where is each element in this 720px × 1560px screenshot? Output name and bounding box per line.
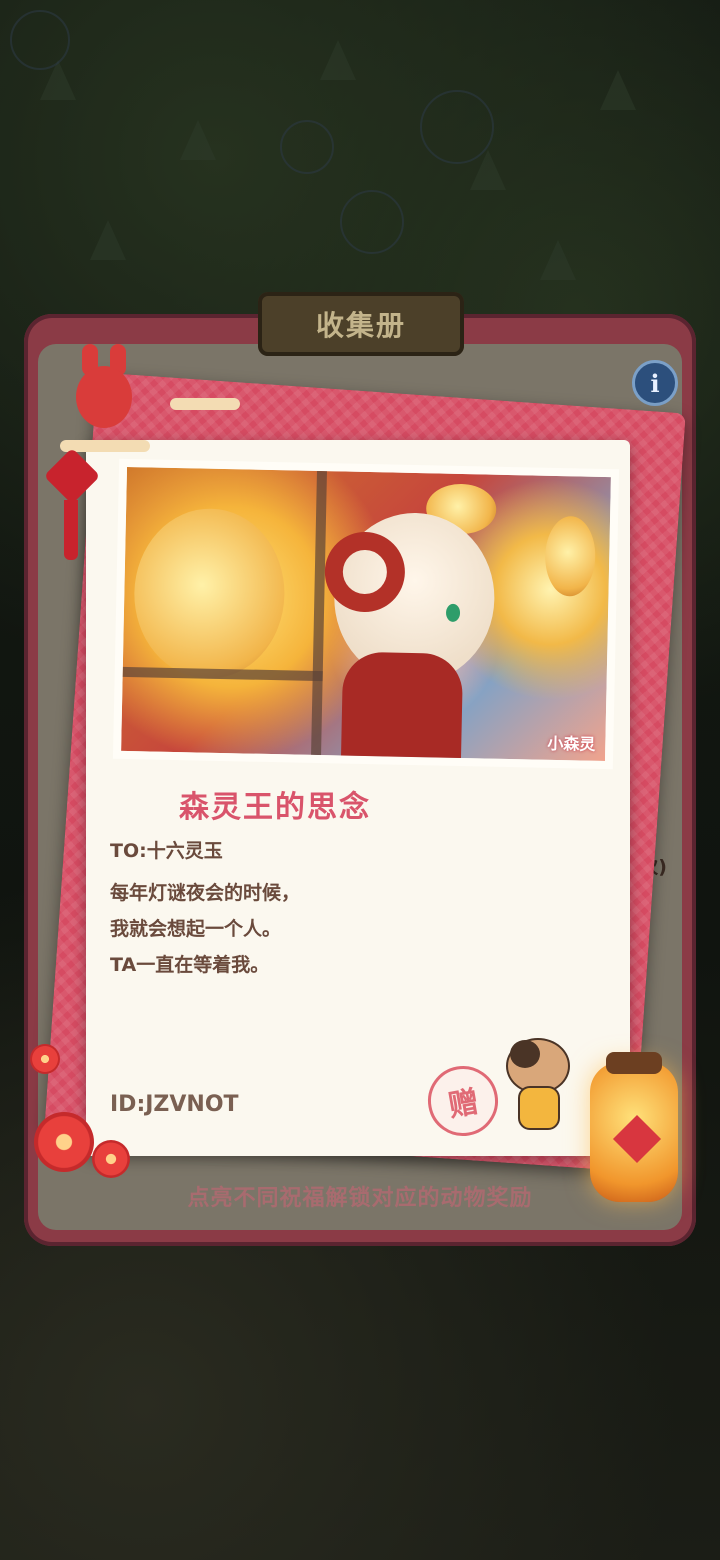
- letter-body-line: TA一直在等着我。: [110, 954, 270, 976]
- background-bubble: [340, 190, 404, 254]
- letter-body-line: 我就会想起一个人。: [110, 918, 282, 940]
- background-tree: [320, 40, 356, 80]
- lantern-illustration: [132, 507, 287, 681]
- rabbit-body: [76, 366, 132, 428]
- background-tree: [90, 220, 126, 260]
- letter-body-line: 每年灯谜夜会的时候，: [110, 882, 301, 904]
- plum-flower-icon: [34, 1112, 94, 1172]
- lantern-cap: [606, 1052, 662, 1074]
- game-logo: 小森灵: [547, 733, 596, 754]
- window-frame: [122, 666, 323, 682]
- red-rabbit-mascot: [72, 344, 136, 434]
- background-tree: [540, 240, 576, 280]
- letter-title: 森灵王的思念: [179, 790, 371, 825]
- girl-dress: [340, 651, 464, 765]
- lantern-charm: [612, 1114, 662, 1164]
- hamster-patch: [510, 1040, 540, 1068]
- unlock-tip-text: 点亮不同祝福解锁对应的动物奖励: [187, 1186, 533, 1211]
- collection-book-title: 收集册: [258, 292, 464, 356]
- info-button[interactable]: i: [632, 360, 678, 406]
- card-photo: 小森灵: [112, 458, 620, 770]
- plum-flower-icon: [30, 1044, 60, 1074]
- background-tree: [600, 70, 636, 110]
- plum-flower-icon: [92, 1140, 130, 1178]
- window-frame: [311, 470, 327, 756]
- background-bubble: [10, 10, 70, 70]
- cloud-decoration: [170, 398, 240, 410]
- background-bubble: [280, 120, 334, 174]
- lantern-illustration: [544, 515, 597, 597]
- letter-recipient: TO:十六灵玉: [110, 840, 223, 862]
- hamster-body: [518, 1086, 560, 1130]
- background-bubble: [420, 90, 494, 164]
- background-tree: [180, 120, 216, 160]
- card-id: ID:JZVNOT: [110, 1092, 239, 1117]
- hamster-character: [506, 1038, 570, 1130]
- tassel-decoration: [64, 500, 78, 560]
